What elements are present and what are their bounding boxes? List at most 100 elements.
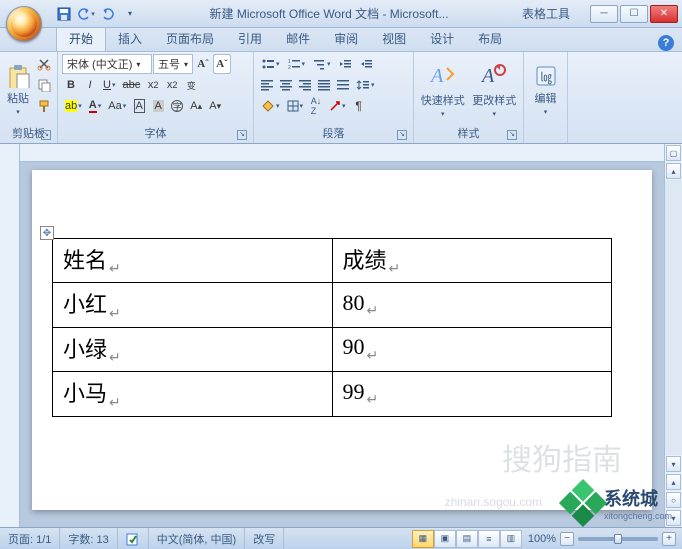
tab-insert[interactable]: 插入 [106, 26, 154, 51]
status-page[interactable]: 页面: 1/1 [0, 528, 60, 549]
table-move-handle-icon[interactable]: ✥ [40, 226, 54, 240]
document-table[interactable]: 姓名↵ 成绩↵ 小红↵ 80↵ 小绿↵ 90↵ 小马↵ 99↵ [52, 238, 612, 417]
paste-button[interactable]: 粘贴 ▾ [4, 54, 32, 125]
table-cell[interactable]: 90↵ [332, 327, 612, 371]
status-words[interactable]: 字数: 13 [60, 528, 117, 549]
zoom-out-button[interactable]: − [560, 532, 574, 546]
change-case-button[interactable]: Aa▾ [105, 96, 129, 116]
borders-button[interactable]: ▾ [284, 96, 307, 116]
watermark-faint: 搜狗指南 [502, 435, 622, 479]
grow-font-icon[interactable]: Aˆ [194, 54, 212, 74]
table-cell[interactable]: 小红↵ [53, 283, 333, 327]
shading-button[interactable]: ▾ [258, 96, 283, 116]
status-mode[interactable]: 改写 [245, 528, 284, 549]
table-row: 姓名↵ 成绩↵ [53, 239, 612, 283]
bold-button[interactable]: B [62, 75, 80, 95]
table-cell[interactable]: 姓名↵ [53, 239, 333, 283]
tab-design[interactable]: 设计 [418, 26, 466, 51]
format-painter-icon[interactable] [34, 96, 54, 116]
vertical-ruler[interactable] [0, 144, 20, 527]
tab-references[interactable]: 引用 [226, 26, 274, 51]
tab-review[interactable]: 审阅 [322, 26, 370, 51]
tab-mailings[interactable]: 邮件 [274, 26, 322, 51]
table-cell[interactable]: 80↵ [332, 283, 612, 327]
font-family-combo[interactable]: 宋体 (中文正)▾ [62, 54, 152, 74]
help-icon[interactable]: ? [658, 35, 674, 51]
font-color-button[interactable]: A▾ [86, 96, 104, 116]
increase-indent-button[interactable] [356, 54, 376, 74]
superscript-button[interactable]: x2 [163, 75, 181, 95]
italic-button[interactable]: I [81, 75, 99, 95]
font-dialog-launcher[interactable]: ↘ [237, 130, 247, 140]
copy-icon[interactable] [34, 75, 54, 95]
minimize-button[interactable]: ─ [590, 5, 618, 23]
shrink-font2-button[interactable]: A▾ [206, 96, 224, 116]
maximize-button[interactable]: ☐ [620, 5, 648, 23]
qat-customize-icon[interactable]: ▾ [120, 4, 140, 24]
styles-dialog-launcher[interactable]: ↘ [507, 130, 517, 140]
multilevel-button[interactable]: ▾ [309, 54, 334, 74]
scroll-up-icon[interactable]: ▴ [666, 163, 681, 179]
align-center-button[interactable] [277, 75, 295, 95]
title-bar: ▾ ▾ 新建 Microsoft Office Word 文档 - Micros… [0, 0, 682, 28]
save-icon[interactable] [54, 4, 74, 24]
close-button[interactable]: ✕ [650, 5, 678, 23]
char-border-button[interactable]: A [130, 96, 148, 116]
status-language[interactable]: 中文(简体, 中国) [149, 528, 245, 549]
horizontal-ruler[interactable] [20, 144, 664, 162]
tab-layout[interactable]: 布局 [466, 26, 514, 51]
underline-button[interactable]: U▾ [100, 75, 118, 95]
quick-styles-button[interactable]: A 快速样式▾ [418, 54, 468, 125]
outline-view-icon[interactable]: ≡ [478, 530, 500, 548]
cut-icon[interactable] [34, 54, 54, 74]
table-cell[interactable]: 99↵ [332, 372, 612, 416]
text-direction-button[interactable]: ▾ [326, 96, 349, 116]
change-styles-button[interactable]: A 更改样式▾ [470, 54, 520, 125]
paste-label: 粘贴 [7, 90, 29, 106]
styles-group-label: 样式 [458, 128, 480, 140]
sort-button[interactable]: A↓Z [307, 96, 325, 116]
align-left-button[interactable] [258, 75, 276, 95]
numbering-button[interactable]: 12▾ [284, 54, 309, 74]
table-cell[interactable]: 小马↵ [53, 372, 333, 416]
paragraph-dialog-launcher[interactable]: ↘ [397, 130, 407, 140]
redo-icon[interactable] [98, 4, 118, 24]
status-proofing-icon[interactable] [118, 528, 149, 549]
tab-view[interactable]: 视图 [370, 26, 418, 51]
subscript-button[interactable]: x2 [144, 75, 162, 95]
bullets-button[interactable]: ▾ [258, 54, 283, 74]
distribute-button[interactable] [334, 75, 352, 95]
justify-button[interactable] [315, 75, 333, 95]
font-size-combo[interactable]: 五号▾ [153, 54, 193, 74]
undo-icon[interactable]: ▾ [76, 4, 96, 24]
zoom-level[interactable]: 100% [528, 533, 556, 545]
ruler-toggle-icon[interactable]: ▢ [666, 145, 681, 161]
zoom-in-button[interactable]: + [662, 532, 676, 546]
clipboard-dialog-launcher[interactable]: ↘ [41, 130, 51, 140]
char-shading-button[interactable]: A [149, 96, 167, 116]
phonetic-guide-button[interactable]: 变 [182, 75, 200, 95]
tab-page-layout[interactable]: 页面布局 [154, 26, 226, 51]
print-layout-view-icon[interactable]: ▦ [412, 530, 434, 548]
shrink-font-icon[interactable]: Aˇ [213, 54, 231, 74]
align-right-button[interactable] [296, 75, 314, 95]
full-screen-view-icon[interactable]: ▣ [434, 530, 456, 548]
tab-home[interactable]: 开始 [56, 25, 106, 51]
paragraph-group-label: 段落 [323, 128, 345, 140]
strikethrough-button[interactable]: abc [119, 75, 143, 95]
editing-button[interactable]: ㏒ 编辑▾ [528, 54, 563, 125]
vertical-scrollbar[interactable]: ▢ ▴ ▾ ▴ ○ ▾ [664, 144, 682, 527]
show-hide-button[interactable]: ¶ [350, 96, 368, 116]
enclose-char-button[interactable]: 字 [168, 96, 186, 116]
office-button[interactable] [6, 6, 42, 42]
scroll-down-icon[interactable]: ▾ [666, 456, 681, 472]
grow-font2-button[interactable]: A▴ [187, 96, 205, 116]
highlight-button[interactable]: ab▾ [62, 96, 85, 116]
zoom-slider[interactable] [578, 537, 658, 541]
draft-view-icon[interactable]: ▥ [500, 530, 522, 548]
table-cell[interactable]: 小绿↵ [53, 327, 333, 371]
web-layout-view-icon[interactable]: ▤ [456, 530, 478, 548]
line-spacing-button[interactable]: ▾ [353, 75, 378, 95]
table-cell[interactable]: 成绩↵ [332, 239, 612, 283]
decrease-indent-button[interactable] [335, 54, 355, 74]
